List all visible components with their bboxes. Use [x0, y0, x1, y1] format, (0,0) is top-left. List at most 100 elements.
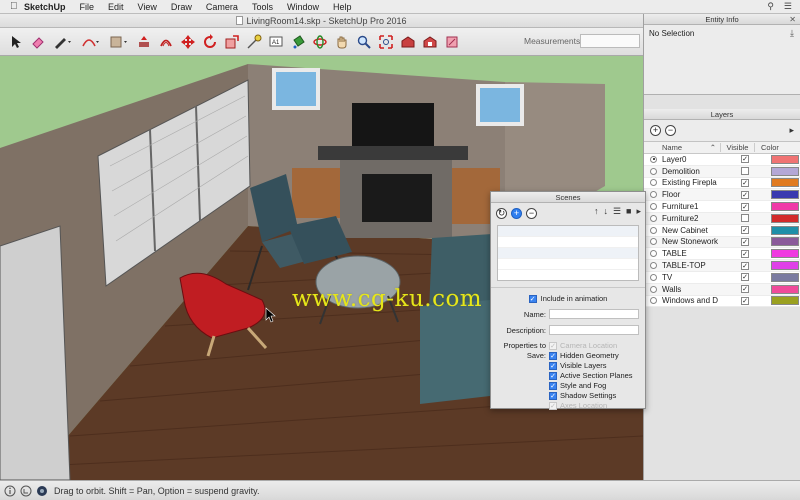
- active-layer-radio[interactable]: [650, 155, 657, 163]
- visible-checkbox[interactable]: ✓: [741, 285, 749, 294]
- eraser-tool-button[interactable]: [28, 32, 48, 52]
- property-checkbox[interactable]: ✓: [549, 391, 557, 400]
- layer-color-swatch[interactable]: [771, 213, 799, 223]
- select-tool-button[interactable]: [6, 32, 26, 52]
- list-icon[interactable]: ☰: [784, 1, 792, 12]
- paint-bucket-tool-button[interactable]: [288, 32, 308, 52]
- layer-row[interactable]: Furniture2: [644, 212, 800, 225]
- info-icon[interactable]: [4, 485, 16, 497]
- rotate-tool-button[interactable]: [200, 32, 220, 52]
- menu-file[interactable]: File: [80, 2, 95, 12]
- layer-color-swatch[interactable]: [771, 261, 799, 271]
- visible-checkbox[interactable]: ✓: [741, 155, 749, 164]
- visible-checkbox[interactable]: ✓: [741, 273, 749, 282]
- property-checkbox[interactable]: ✓: [549, 361, 557, 370]
- visible-checkbox[interactable]: [741, 214, 749, 223]
- property-checkbox[interactable]: ✓: [549, 351, 557, 360]
- push-pull-tool-button[interactable]: [134, 32, 154, 52]
- visible-checkbox[interactable]: ✓: [741, 249, 749, 258]
- entity-info-header[interactable]: Entity Info ✕: [644, 14, 800, 25]
- menu-window[interactable]: Window: [287, 2, 319, 12]
- property-checkbox[interactable]: ✓: [549, 381, 557, 390]
- search-icon[interactable]: ⚲: [767, 1, 774, 12]
- layer-row[interactable]: Layer0 ✓: [644, 154, 800, 166]
- layer-row[interactable]: New Cabinet ✓: [644, 224, 800, 237]
- layer-color-swatch[interactable]: [771, 272, 799, 282]
- credits-icon[interactable]: [20, 485, 32, 497]
- layer-color-swatch[interactable]: [771, 284, 799, 294]
- layer-color-swatch[interactable]: [771, 166, 799, 176]
- menu-help[interactable]: Help: [333, 2, 352, 12]
- line-tool-button[interactable]: [50, 32, 76, 52]
- scenes-list[interactable]: [497, 225, 639, 281]
- zoom-tool-button[interactable]: [354, 32, 374, 52]
- active-layer-radio[interactable]: [650, 285, 657, 293]
- column-color[interactable]: Color: [754, 143, 790, 152]
- arc-tool-button[interactable]: [78, 32, 104, 52]
- close-icon[interactable]: ✕: [789, 14, 796, 25]
- active-layer-radio[interactable]: [650, 297, 657, 305]
- move-scene-down-icon[interactable]: ↓: [603, 206, 608, 217]
- tape-measure-tool-button[interactable]: [244, 32, 264, 52]
- send-to-layout-tool-button[interactable]: [442, 32, 462, 52]
- pan-tool-button[interactable]: [332, 32, 352, 52]
- property-checkbox[interactable]: ✓: [549, 371, 557, 380]
- layer-color-swatch[interactable]: [771, 190, 799, 200]
- active-layer-radio[interactable]: [650, 250, 657, 258]
- layer-color-swatch[interactable]: [771, 237, 799, 247]
- active-layer-radio[interactable]: [650, 214, 657, 222]
- add-scene-button[interactable]: +: [511, 207, 522, 219]
- layers-header[interactable]: Layers: [644, 109, 800, 120]
- column-name[interactable]: Name ⌃: [644, 143, 720, 152]
- column-visible[interactable]: Visible: [720, 143, 754, 152]
- menu-app[interactable]: SketchUp: [24, 2, 66, 12]
- layers-menu-icon[interactable]: ▸: [789, 125, 794, 136]
- active-layer-radio[interactable]: [650, 273, 657, 281]
- text-tool-button[interactable]: A1: [266, 32, 286, 52]
- scale-tool-button[interactable]: [222, 32, 242, 52]
- view-options-icon[interactable]: ☰: [613, 206, 621, 217]
- layer-color-swatch[interactable]: [771, 202, 799, 212]
- layer-color-swatch[interactable]: [771, 178, 799, 188]
- menu-edit[interactable]: Edit: [108, 2, 124, 12]
- visible-checkbox[interactable]: ✓: [741, 190, 749, 199]
- warehouse-tool-button[interactable]: [398, 32, 418, 52]
- active-layer-radio[interactable]: [650, 203, 657, 211]
- active-layer-radio[interactable]: [650, 191, 657, 199]
- visible-checkbox[interactable]: ✓: [741, 226, 749, 235]
- move-scene-up-icon[interactable]: ↑: [594, 206, 599, 217]
- active-layer-radio[interactable]: [650, 226, 657, 234]
- geolocation-icon[interactable]: [36, 485, 48, 497]
- layer-row[interactable]: Windows and D ✓: [644, 295, 800, 308]
- measurements-input[interactable]: [580, 34, 640, 48]
- scene-name-input[interactable]: [549, 309, 639, 319]
- menu-camera[interactable]: Camera: [206, 2, 238, 12]
- menu-view[interactable]: View: [138, 2, 157, 12]
- active-layer-radio[interactable]: [650, 167, 657, 175]
- delete-scene-button[interactable]: −: [526, 207, 537, 219]
- layer-row[interactable]: Demolition: [644, 165, 800, 178]
- active-layer-radio[interactable]: [650, 179, 657, 187]
- active-layer-radio[interactable]: [650, 262, 657, 270]
- details-toggle-icon[interactable]: ⤓: [790, 28, 794, 39]
- orbit-tool-button[interactable]: [310, 32, 330, 52]
- scenes-header[interactable]: Scenes: [491, 192, 645, 203]
- menu-draw[interactable]: Draw: [171, 2, 192, 12]
- delete-layer-button[interactable]: −: [665, 125, 676, 136]
- visible-checkbox[interactable]: ✓: [741, 202, 749, 211]
- offset-tool-button[interactable]: [156, 32, 176, 52]
- layer-row[interactable]: Furniture1 ✓: [644, 201, 800, 213]
- layer-row[interactable]: TABLE ✓: [644, 248, 800, 261]
- visible-checkbox[interactable]: ✓: [741, 237, 749, 246]
- layer-row[interactable]: TABLE-TOP ✓: [644, 260, 800, 272]
- move-tool-button[interactable]: [178, 32, 198, 52]
- visible-checkbox[interactable]: [741, 167, 749, 176]
- layer-row[interactable]: Walls ✓: [644, 283, 800, 296]
- include-in-animation-checkbox[interactable]: ✓: [528, 294, 537, 303]
- update-scene-button[interactable]: ↻: [496, 207, 507, 219]
- scene-description-input[interactable]: [549, 325, 639, 335]
- layer-color-swatch[interactable]: [771, 225, 799, 235]
- thumbnail-icon[interactable]: ■: [626, 206, 631, 217]
- active-layer-radio[interactable]: [650, 238, 657, 246]
- menu-tools[interactable]: Tools: [252, 2, 273, 12]
